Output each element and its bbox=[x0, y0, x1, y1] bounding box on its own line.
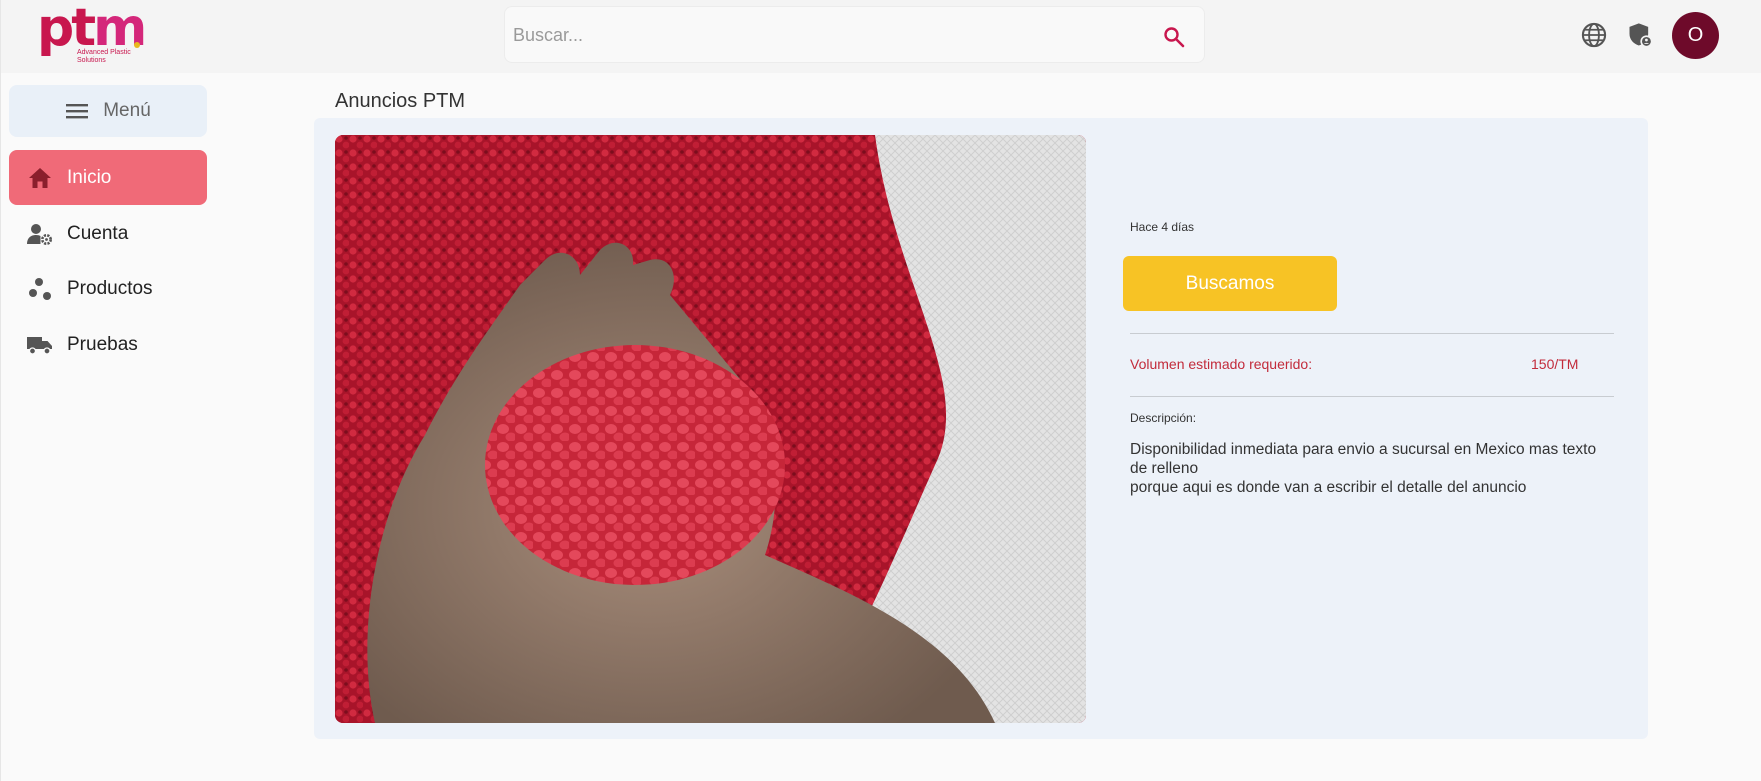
page-title: Anuncios PTM bbox=[335, 90, 466, 112]
sidebar-item-cuenta[interactable]: Cuenta bbox=[9, 206, 207, 261]
ptm-logo[interactable]: ptm Advanced Plastic Solutions bbox=[37, 2, 147, 66]
plastic-pellets-photo bbox=[335, 135, 1086, 723]
search-input[interactable] bbox=[513, 21, 1113, 49]
shield-user-icon[interactable] bbox=[1626, 21, 1654, 49]
truck-icon bbox=[27, 332, 53, 358]
ad-image[interactable] bbox=[335, 135, 1086, 723]
search-icon[interactable] bbox=[1162, 25, 1186, 49]
sidebar-item-label: Cuenta bbox=[67, 222, 129, 244]
buscamos-badge-button[interactable]: Buscamos bbox=[1123, 256, 1337, 311]
home-icon bbox=[27, 165, 53, 191]
top-header: ptm Advanced Plastic Solutions O bbox=[1, 0, 1761, 73]
volume-label: Volumen estimado requerido: bbox=[1130, 356, 1313, 372]
menu-toggle-button[interactable]: Menú bbox=[9, 85, 207, 137]
divider bbox=[1130, 396, 1614, 397]
user-settings-icon bbox=[27, 221, 53, 247]
divider bbox=[1130, 333, 1614, 334]
search-bar bbox=[504, 6, 1205, 63]
logo-tagline: Advanced Plastic Solutions bbox=[77, 49, 131, 64]
sidebar-item-label: Inicio bbox=[67, 166, 112, 188]
sidebar-item-inicio[interactable]: Inicio bbox=[9, 150, 207, 205]
sidebar-item-label: Productos bbox=[67, 277, 153, 299]
ad-card: Hace 4 días Buscamos Volumen estimado re… bbox=[314, 118, 1648, 739]
sidebar-item-label: Pruebas bbox=[67, 333, 138, 355]
description-label: Descripción: bbox=[1130, 411, 1197, 425]
post-time: Hace 4 días bbox=[1130, 220, 1195, 234]
user-avatar[interactable]: O bbox=[1672, 12, 1719, 59]
menu-label: Menú bbox=[103, 100, 151, 121]
hamburger-icon bbox=[66, 104, 89, 119]
globe-icon[interactable] bbox=[1580, 21, 1608, 49]
description-line: porque aqui es donde van a escribir el d… bbox=[1130, 479, 1527, 496]
sidebar-item-pruebas[interactable]: Pruebas bbox=[9, 317, 207, 372]
volume-value: 150/TM bbox=[1531, 356, 1579, 372]
scatter-dots-icon bbox=[27, 276, 53, 302]
description-line: Disponibilidad inmediata para envio a su… bbox=[1130, 441, 1597, 477]
description-text: Disponibilidad inmediata para envio a su… bbox=[1130, 440, 1600, 497]
sidebar-item-productos[interactable]: Productos bbox=[9, 261, 207, 316]
logo-wordmark: ptm bbox=[37, 0, 147, 58]
app-root: ptm Advanced Plastic Solutions O bbox=[0, 0, 1761, 781]
logo-dot bbox=[134, 42, 140, 48]
